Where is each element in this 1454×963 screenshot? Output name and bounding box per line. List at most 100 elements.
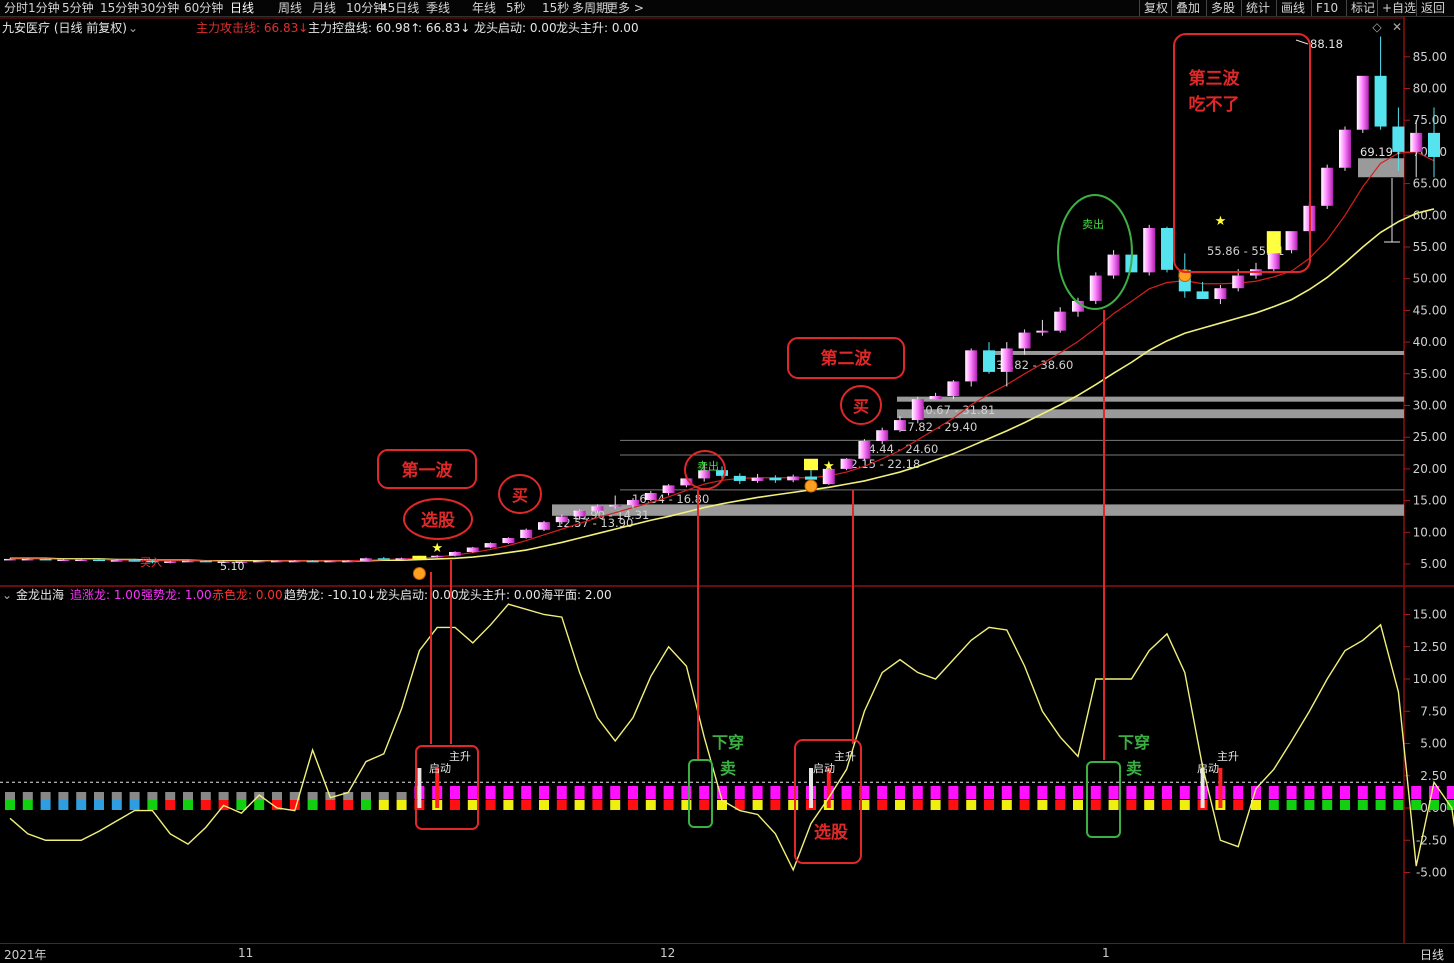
dragon-bar xyxy=(966,800,977,810)
dragon-bar xyxy=(1340,786,1350,799)
price-tick-label: 20.00 xyxy=(1413,462,1447,476)
period-tab-15[interactable]: 多周期 xyxy=(572,0,608,16)
period-tab-16[interactable]: 更多 > xyxy=(606,0,644,16)
signal-star: ★ xyxy=(1215,214,1227,229)
dragon-bar xyxy=(556,800,567,810)
price-tick-label: 75.00 xyxy=(1413,113,1447,127)
buy-signal-label: 买入 xyxy=(140,556,162,569)
period-tab-0[interactable]: 分时 xyxy=(4,0,28,16)
dragon-bar xyxy=(841,800,852,810)
period-tab-5[interactable]: 60分钟 xyxy=(184,0,223,16)
candle xyxy=(840,458,853,471)
dragon-bar xyxy=(343,800,354,810)
dragon-bar xyxy=(1286,786,1297,799)
candle-body xyxy=(39,558,52,561)
candle-body xyxy=(1356,75,1369,130)
candle-body xyxy=(21,558,34,561)
dragon-bar xyxy=(76,792,87,800)
candle-body xyxy=(538,522,550,530)
candle xyxy=(1321,164,1334,209)
dragon-bar xyxy=(218,792,229,800)
period-tab-2[interactable]: 5分钟 xyxy=(62,0,94,16)
period-label[interactable]: 日线 xyxy=(1420,946,1444,963)
dragon-bar xyxy=(396,800,407,810)
toolbar-button-1[interactable]: 叠加 xyxy=(1171,0,1204,16)
dragon-bar xyxy=(877,786,888,799)
dragon-bar xyxy=(111,800,122,810)
candle-body xyxy=(751,477,764,481)
cross2-label-2: 卖 xyxy=(1126,759,1142,778)
candle xyxy=(1374,36,1387,130)
candle xyxy=(733,473,746,485)
period-tab-11[interactable]: 季线 xyxy=(426,0,450,16)
dragon-bar xyxy=(58,792,69,800)
candle xyxy=(1250,262,1262,279)
candle-body xyxy=(1214,288,1227,299)
candle-body xyxy=(182,560,194,563)
candle-body xyxy=(1018,332,1031,349)
price-tick-label: 55.00 xyxy=(1413,240,1447,254)
dragon-bar xyxy=(592,800,603,810)
dragon-bar xyxy=(467,786,478,799)
candle xyxy=(449,551,461,557)
period-tab-7[interactable]: 周线 xyxy=(278,0,302,16)
dragon-bar xyxy=(610,786,621,799)
candle xyxy=(858,439,871,461)
candle xyxy=(1143,224,1156,276)
toolbar-button-7[interactable]: +自选 xyxy=(1377,0,1420,16)
candle xyxy=(769,475,782,483)
cross1-label-1: 下穿 xyxy=(712,733,744,752)
dragon-bar xyxy=(236,792,247,800)
dragon-bar xyxy=(592,786,603,799)
dragon-bar xyxy=(895,786,905,799)
bar-label: 主升 xyxy=(1217,750,1239,763)
period-tab-14[interactable]: 15秒 xyxy=(542,0,569,16)
period-tab-10[interactable]: 45日线 xyxy=(380,0,419,16)
dragon-bar xyxy=(628,786,638,799)
cross2-box xyxy=(1086,761,1121,838)
candle xyxy=(787,474,800,483)
candle-body xyxy=(1232,275,1245,289)
toolbar-button-0[interactable]: 复权 xyxy=(1139,0,1172,16)
dragon-bar xyxy=(1001,786,1012,799)
dragon-bar xyxy=(1393,786,1404,799)
period-tab-8[interactable]: 月线 xyxy=(312,0,336,16)
dragon-bar xyxy=(984,786,994,799)
dragon-bar xyxy=(930,800,941,810)
candle xyxy=(395,557,408,560)
dragon-bar xyxy=(22,792,33,800)
period-tab-6[interactable]: 日线 xyxy=(230,0,254,16)
period-tab-13[interactable]: 5秒 xyxy=(506,0,526,16)
time-axis-label: 2021年 xyxy=(4,948,47,962)
dragon-bar xyxy=(129,800,140,810)
toolbar-button-6[interactable]: 标记 xyxy=(1346,0,1379,16)
period-tab-3[interactable]: 15分钟 xyxy=(100,0,139,16)
period-tab-1[interactable]: 1分钟 xyxy=(28,0,60,16)
candle xyxy=(1285,231,1298,254)
price-tick-label: 65.00 xyxy=(1413,177,1447,191)
period-tab-12[interactable]: 年线 xyxy=(472,0,496,16)
toolbar-button-2[interactable]: 多股 xyxy=(1206,0,1239,16)
dragon-bar xyxy=(1304,800,1315,810)
high-pointer xyxy=(1295,39,1309,45)
dragon-bar xyxy=(912,786,923,799)
kline-chart[interactable]: 85.0080.0075.0070.0065.0060.0055.0050.00… xyxy=(0,16,1454,943)
candle-body xyxy=(929,395,942,400)
dragon-bar xyxy=(485,786,496,799)
toolbar-button-4[interactable]: 画线 xyxy=(1276,0,1309,16)
candle-body xyxy=(1143,227,1156,273)
indicator-tick-label: 5.00 xyxy=(1420,737,1447,751)
signal-candle xyxy=(1266,231,1281,254)
dragon-bar xyxy=(770,800,781,810)
toolbar-button-8[interactable]: 返回 xyxy=(1416,0,1449,16)
candle xyxy=(947,380,960,400)
candle-body xyxy=(324,560,337,563)
candle xyxy=(1000,342,1013,387)
toolbar-button-3[interactable]: 统计 xyxy=(1241,0,1274,16)
toolbar-button-5[interactable]: F10 xyxy=(1311,0,1342,16)
price-tick-label: 25.00 xyxy=(1413,430,1447,444)
high-price-label: 88.18 xyxy=(1310,37,1343,51)
period-tab-4[interactable]: 30分钟 xyxy=(140,0,179,16)
dragon-bar xyxy=(76,800,87,810)
dragon-bar xyxy=(450,786,460,799)
